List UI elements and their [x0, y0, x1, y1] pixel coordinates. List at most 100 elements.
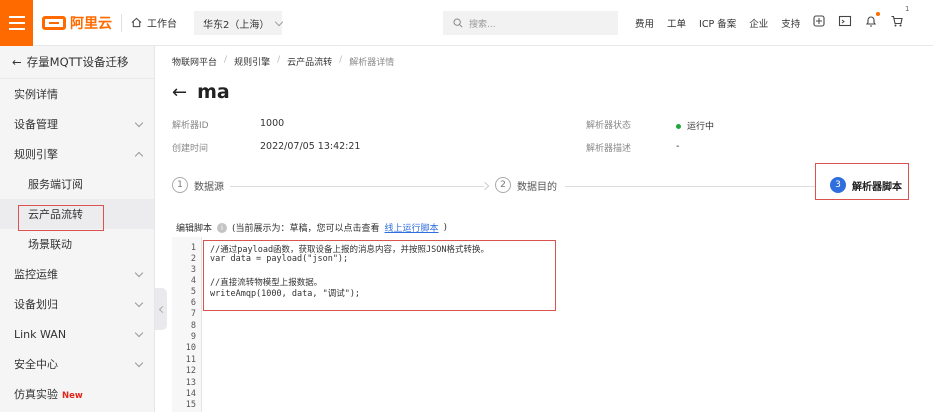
breadcrumb-current: 解析器详情 [349, 58, 395, 68]
divider [121, 14, 122, 32]
step-data-source[interactable]: 1 数据源 [172, 177, 224, 193]
sidebar-item-label: 场景联动 [28, 238, 72, 251]
top-nav: 费用 工单 ICP 备案 企业 支持 [635, 16, 800, 30]
chevron-down-icon [274, 17, 284, 26]
line-number: 15 [185, 400, 196, 410]
sidebar-item-monitoring[interactable]: 监控运维 [0, 259, 154, 289]
parser-status-value: 运行中 [676, 119, 714, 132]
sidebar-item-scene-linkage[interactable]: 场景联动 [0, 229, 154, 259]
sidebar-item-label: 监控运维 [14, 268, 58, 281]
sidebar-collapse-handle[interactable] [155, 288, 167, 330]
nav-billing[interactable]: 费用 [635, 16, 654, 30]
chevron-down-icon [134, 298, 144, 307]
line-number: 7 [190, 309, 196, 319]
bell-icon[interactable] [864, 12, 880, 28]
line-number: 12 [185, 366, 196, 376]
sidebar-item-server-subscription[interactable]: 服务端订阅 [0, 169, 154, 199]
sidebar-item-link-wan[interactable]: Link WAN [0, 319, 154, 349]
annotation-box-sidebar [18, 205, 104, 231]
search-placeholder: 搜索... [469, 19, 496, 30]
line-number: 9 [190, 332, 196, 342]
sidebar-item-label: 服务端订阅 [28, 178, 83, 191]
step-arrow-icon [480, 181, 490, 191]
line-number: 3 [190, 265, 196, 275]
app-icon[interactable] [812, 14, 826, 28]
parser-id-label: 解析器ID [172, 121, 209, 131]
created-time-label: 创建时间 [172, 144, 209, 154]
nav-icp[interactable]: ICP 备案 [699, 16, 736, 30]
line-number: 6 [190, 298, 196, 308]
line-number: 8 [190, 321, 196, 331]
step-number: 2 [495, 177, 511, 193]
breadcrumb-item[interactable]: 物联网平台 [172, 55, 217, 68]
editor-note-end: ) [443, 222, 448, 233]
notification-dot [876, 12, 880, 16]
sidebar-item-label: 实例详情 [14, 88, 58, 101]
online-script-link[interactable]: 线上运行脚本 [385, 221, 439, 234]
line-number: 13 [185, 378, 196, 388]
nav-enterprise[interactable]: 企业 [749, 16, 768, 30]
search-input[interactable]: 搜索... [443, 11, 618, 35]
sidebar-item-security-center[interactable]: 安全中心 [0, 349, 154, 379]
sidebar-item-device-management[interactable]: 设备管理 [0, 109, 154, 139]
sidebar-item-instance-details[interactable]: 实例详情 [0, 79, 154, 109]
step-number: 1 [172, 177, 188, 193]
annotation-box-step [815, 163, 909, 200]
back-arrow-icon[interactable]: ← [172, 82, 187, 103]
breadcrumb: 物联网平台 / 规则引擎 / 云产品流转 / 解析器详情 [172, 55, 394, 68]
nav-support[interactable]: 支持 [781, 16, 800, 30]
step-data-destination[interactable]: 2 数据目的 [495, 177, 557, 193]
chevron-down-icon [134, 358, 144, 367]
cart-icon[interactable] [890, 14, 904, 28]
line-number: 14 [185, 389, 196, 399]
chevron-left-icon [158, 305, 166, 313]
breadcrumb-item[interactable]: 云产品流转 [287, 55, 332, 68]
aliyun-logo[interactable]: 阿里云 [42, 14, 112, 32]
line-number: 1 [190, 243, 196, 253]
editor-note: (当前展示为：草稿，您可以点击查看 [232, 224, 380, 234]
editor-header: 编辑脚本 i (当前展示为：草稿，您可以点击查看 线上运行脚本 ) [176, 221, 447, 234]
parser-description-value: - [676, 141, 680, 152]
page-header: ← ma [172, 81, 230, 103]
sidebar-title: 存量MQTT设备迁移 [26, 55, 129, 69]
sidebar-item-label: 规则引擎 [14, 148, 58, 161]
line-number: 2 [190, 254, 196, 264]
parser-description-label: 解析器描述 [586, 144, 632, 154]
sidebar-item-label: 仿真实验 [14, 388, 58, 401]
new-badge: New [62, 391, 83, 401]
line-number: 10 [185, 343, 196, 353]
menu-icon[interactable] [0, 0, 33, 46]
breadcrumb-item[interactable]: 规则引擎 [234, 55, 270, 68]
line-number: 11 [185, 355, 196, 365]
chevron-down-icon [134, 328, 144, 337]
arrow-left-icon: ← [12, 55, 22, 69]
step-label: 数据源 [194, 181, 224, 193]
top-icons [812, 12, 904, 28]
nav-ticket[interactable]: 工单 [667, 16, 686, 30]
status-running-dot [676, 124, 681, 129]
terminal-icon[interactable] [838, 14, 852, 28]
step-connector [230, 186, 484, 187]
line-number-gutter: 1 2 3 4 5 6 7 8 9 10 11 12 13 14 15 [172, 237, 202, 412]
chevron-down-icon [134, 118, 144, 127]
parser-status-label: 解析器状态 [586, 121, 632, 131]
editor-label: 编辑脚本 [176, 224, 213, 234]
created-time-value: 2022/07/05 13:42:21 [260, 141, 361, 152]
region-selector[interactable]: 华东2（上海） [194, 11, 284, 35]
workbench-link[interactable]: 工作台 [131, 15, 177, 30]
sidebar-item-device-assignment[interactable]: 设备划归 [0, 289, 154, 319]
status-text: 运行中 [687, 122, 715, 132]
sidebar-item-label: 设备管理 [14, 118, 58, 131]
top-bar: 阿里云 工作台 华东2（上海） 搜索... 费用 工单 ICP 备案 企业 支持… [0, 0, 933, 46]
back-button[interactable]: ← 存量MQTT设备迁移 [0, 46, 154, 79]
home-icon [131, 17, 142, 28]
annotation-box-code [203, 240, 556, 311]
sidebar-item-simulation[interactable]: 仿真实验 New [0, 379, 154, 409]
info-icon[interactable]: i [217, 222, 228, 233]
line-number: 5 [190, 287, 196, 297]
sidebar-item-label: 设备划归 [14, 298, 58, 311]
sidebar-item-rule-engine[interactable]: 规则引擎 [0, 139, 154, 169]
chevron-up-icon [134, 151, 144, 160]
sidebar-item-label: Link WAN [14, 327, 67, 341]
breadcrumb-separator: / [224, 55, 228, 65]
